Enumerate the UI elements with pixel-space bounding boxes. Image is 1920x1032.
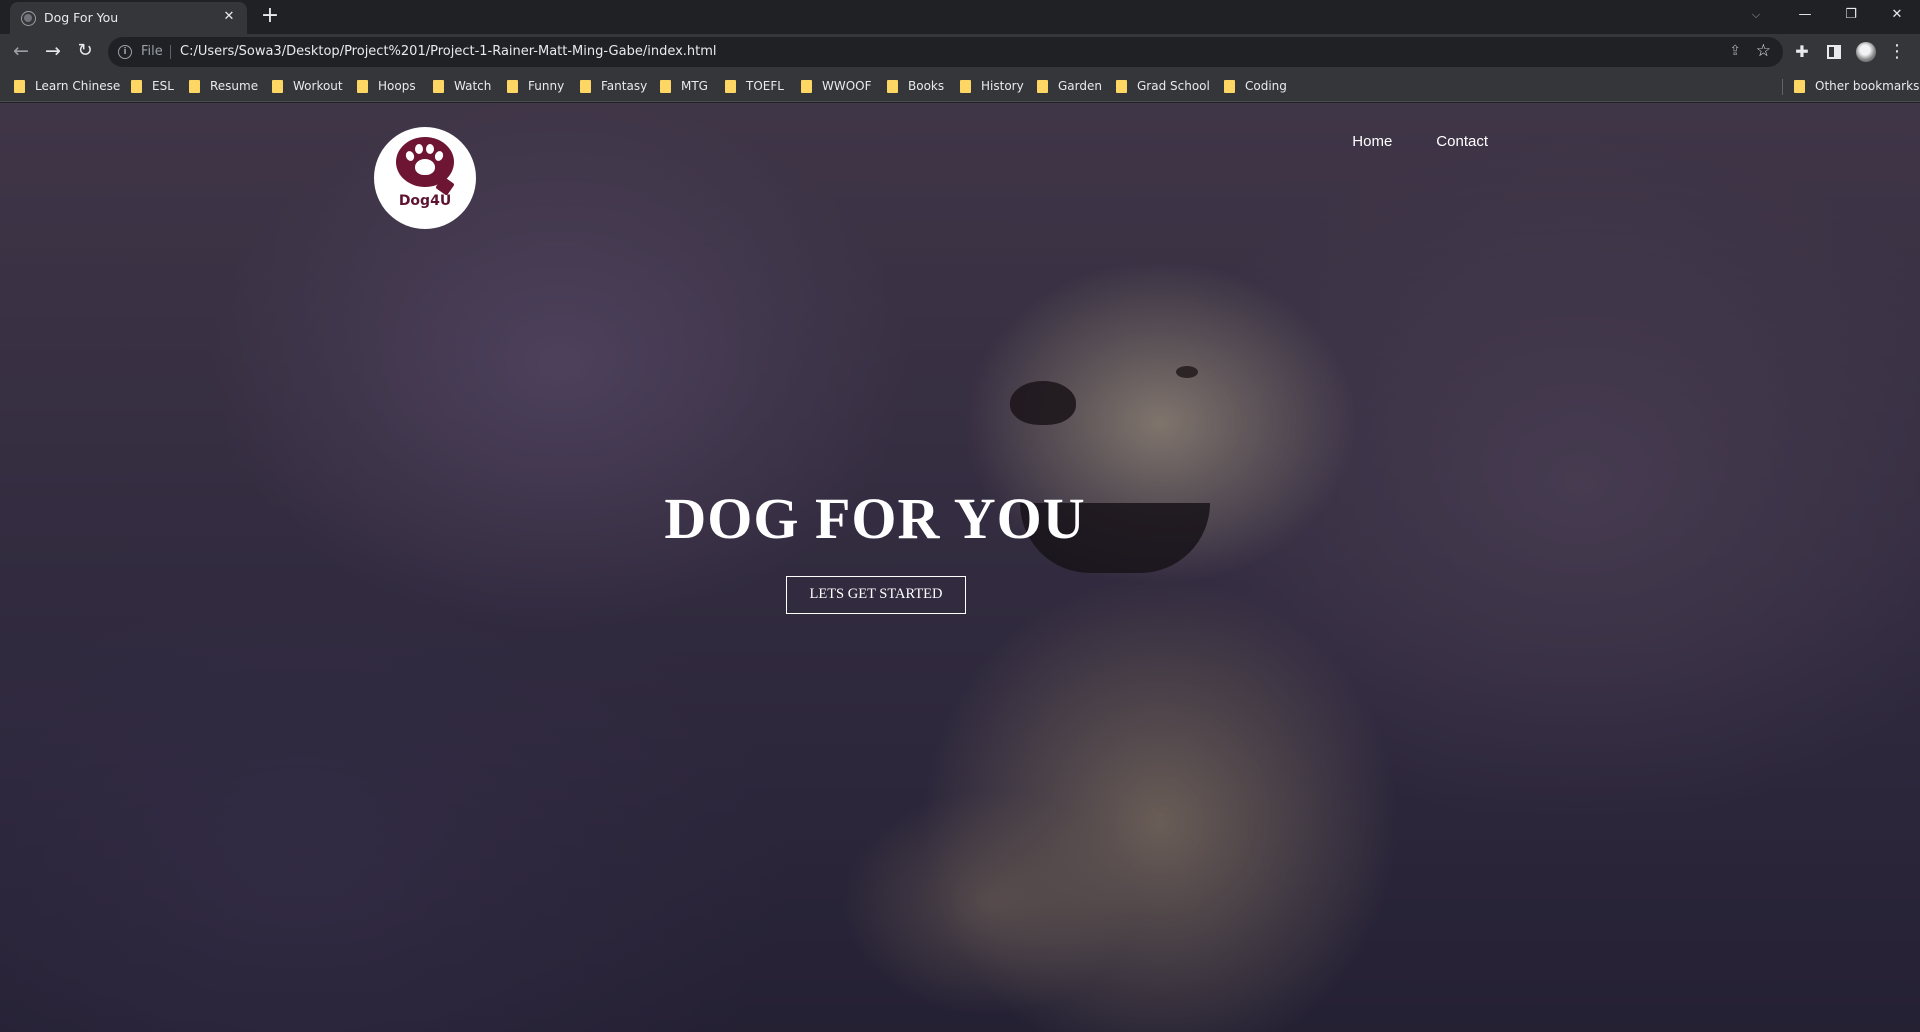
bookmark-folder[interactable]: Workout (272, 77, 343, 95)
folder-icon (801, 79, 812, 93)
bookmark-label: Books (908, 79, 945, 93)
bookmark-label: Learn Chinese (35, 79, 121, 93)
bookmark-label: Grad School (1137, 79, 1210, 93)
side-panel-icon[interactable] (1821, 39, 1847, 65)
bookmark-label: Funny (528, 79, 565, 93)
extensions-puzzle-icon[interactable]: ✚ (1789, 39, 1815, 65)
folder-icon (1794, 79, 1805, 93)
divider (1782, 79, 1783, 95)
bookmark-folder[interactable]: Fantasy (580, 77, 647, 95)
bookmark-label: Watch (454, 79, 492, 93)
bookmark-label: Other bookmarks (1815, 79, 1920, 93)
folder-icon (272, 79, 283, 93)
tab-strip: Dog For You ✕ + ⌵ — ❐ ✕ (0, 0, 1920, 34)
folder-icon (1116, 79, 1127, 93)
bookmark-star-icon[interactable]: ☆ (1756, 41, 1771, 61)
back-arrow-icon[interactable]: ← (8, 39, 34, 65)
bookmark-label: WWOOF (822, 79, 872, 93)
folder-icon (507, 79, 518, 93)
profile-avatar[interactable] (1853, 39, 1879, 65)
folder-icon (14, 79, 25, 93)
info-icon[interactable]: i (118, 45, 132, 59)
minimize-icon[interactable]: — (1782, 0, 1828, 30)
bookmark-folder[interactable]: Grad School (1116, 77, 1210, 95)
window-controls: — ❐ ✕ (1782, 0, 1920, 30)
close-tab-icon[interactable]: ✕ (220, 8, 238, 26)
other-bookmarks-folder[interactable]: Other bookmarks (1794, 77, 1919, 95)
tab-search-icon[interactable]: ⌵ (1736, 0, 1776, 30)
divider (170, 45, 171, 59)
bookmark-label: Hoops (378, 79, 416, 93)
main-nav: Home Contact (1352, 133, 1488, 150)
hero-section: Dog4U Home Contact DOG FOR YOU LETS GET … (0, 103, 1920, 1032)
bookmark-folder[interactable]: Learn Chinese (14, 77, 120, 95)
folder-icon (1224, 79, 1235, 93)
browser-toolbar: ← → ↻ i File C:/Users/Sowa3/Desktop/Proj… (0, 34, 1920, 70)
address-bar[interactable]: i File C:/Users/Sowa3/Desktop/Project%20… (108, 37, 1783, 67)
tab-title: Dog For You (44, 10, 119, 25)
bookmark-label: MTG (681, 79, 708, 93)
folder-icon (660, 79, 671, 93)
nav-link-contact[interactable]: Contact (1436, 133, 1488, 150)
browser-tab[interactable]: Dog For You ✕ (10, 2, 247, 34)
bookmark-label: ESL (152, 79, 174, 93)
new-tab-button[interactable]: + (257, 4, 283, 30)
reload-icon[interactable]: ↻ (72, 39, 98, 65)
folder-icon (725, 79, 736, 93)
bookmark-folder[interactable]: MTG (660, 77, 708, 95)
folder-icon (960, 79, 971, 93)
hero-overlay (0, 103, 1920, 1032)
bookmark-folder[interactable]: TOEFL (725, 77, 784, 95)
restore-icon[interactable]: ❐ (1828, 0, 1874, 30)
bookmark-folder[interactable]: Garden (1037, 77, 1102, 95)
bookmark-folder[interactable]: Resume (189, 77, 258, 95)
paw-icon (396, 137, 454, 187)
folder-icon (887, 79, 898, 93)
bookmark-folder[interactable]: Coding (1224, 77, 1287, 95)
bookmark-folder[interactable]: Books (887, 77, 944, 95)
url-scheme-label: File (141, 44, 163, 59)
bookmark-folder[interactable]: History (960, 77, 1024, 95)
url-text[interactable]: C:/Users/Sowa3/Desktop/Project%201/Proje… (180, 44, 717, 59)
bookmark-label: History (981, 79, 1024, 93)
bookmark-label: TOEFL (746, 79, 784, 93)
nav-link-home[interactable]: Home (1352, 133, 1392, 150)
globe-icon (21, 11, 36, 26)
forward-arrow-icon[interactable]: → (40, 39, 66, 65)
site-logo[interactable]: Dog4U (374, 127, 476, 229)
get-started-button[interactable]: LETS GET STARTED (786, 576, 966, 614)
bookmark-folder[interactable]: Funny (507, 77, 564, 95)
logo-text: Dog4U (398, 193, 452, 209)
folder-icon (433, 79, 444, 93)
hero-title: DOG FOR YOU (664, 486, 1086, 551)
kebab-menu-icon[interactable]: ⋮ (1884, 39, 1910, 65)
bookmarks-bar: Learn Chinese ESL Resume Workout Hoops W… (0, 70, 1920, 102)
folder-icon (357, 79, 368, 93)
bookmark-folder[interactable]: Watch (433, 77, 491, 95)
bookmark-label: Fantasy (601, 79, 648, 93)
bookmark-folder[interactable]: ESL (131, 77, 174, 95)
bookmark-label: Workout (293, 79, 343, 93)
bookmark-label: Resume (210, 79, 259, 93)
bookmark-folder[interactable]: WWOOF (801, 77, 872, 95)
folder-icon (189, 79, 200, 93)
close-window-icon[interactable]: ✕ (1874, 0, 1920, 30)
share-icon[interactable]: ⇪ (1729, 43, 1741, 59)
bookmark-folder[interactable]: Hoops (357, 77, 416, 95)
bookmark-label: Garden (1058, 79, 1102, 93)
folder-icon (131, 79, 142, 93)
folder-icon (1037, 79, 1048, 93)
bookmark-label: Coding (1245, 79, 1287, 93)
folder-icon (580, 79, 591, 93)
